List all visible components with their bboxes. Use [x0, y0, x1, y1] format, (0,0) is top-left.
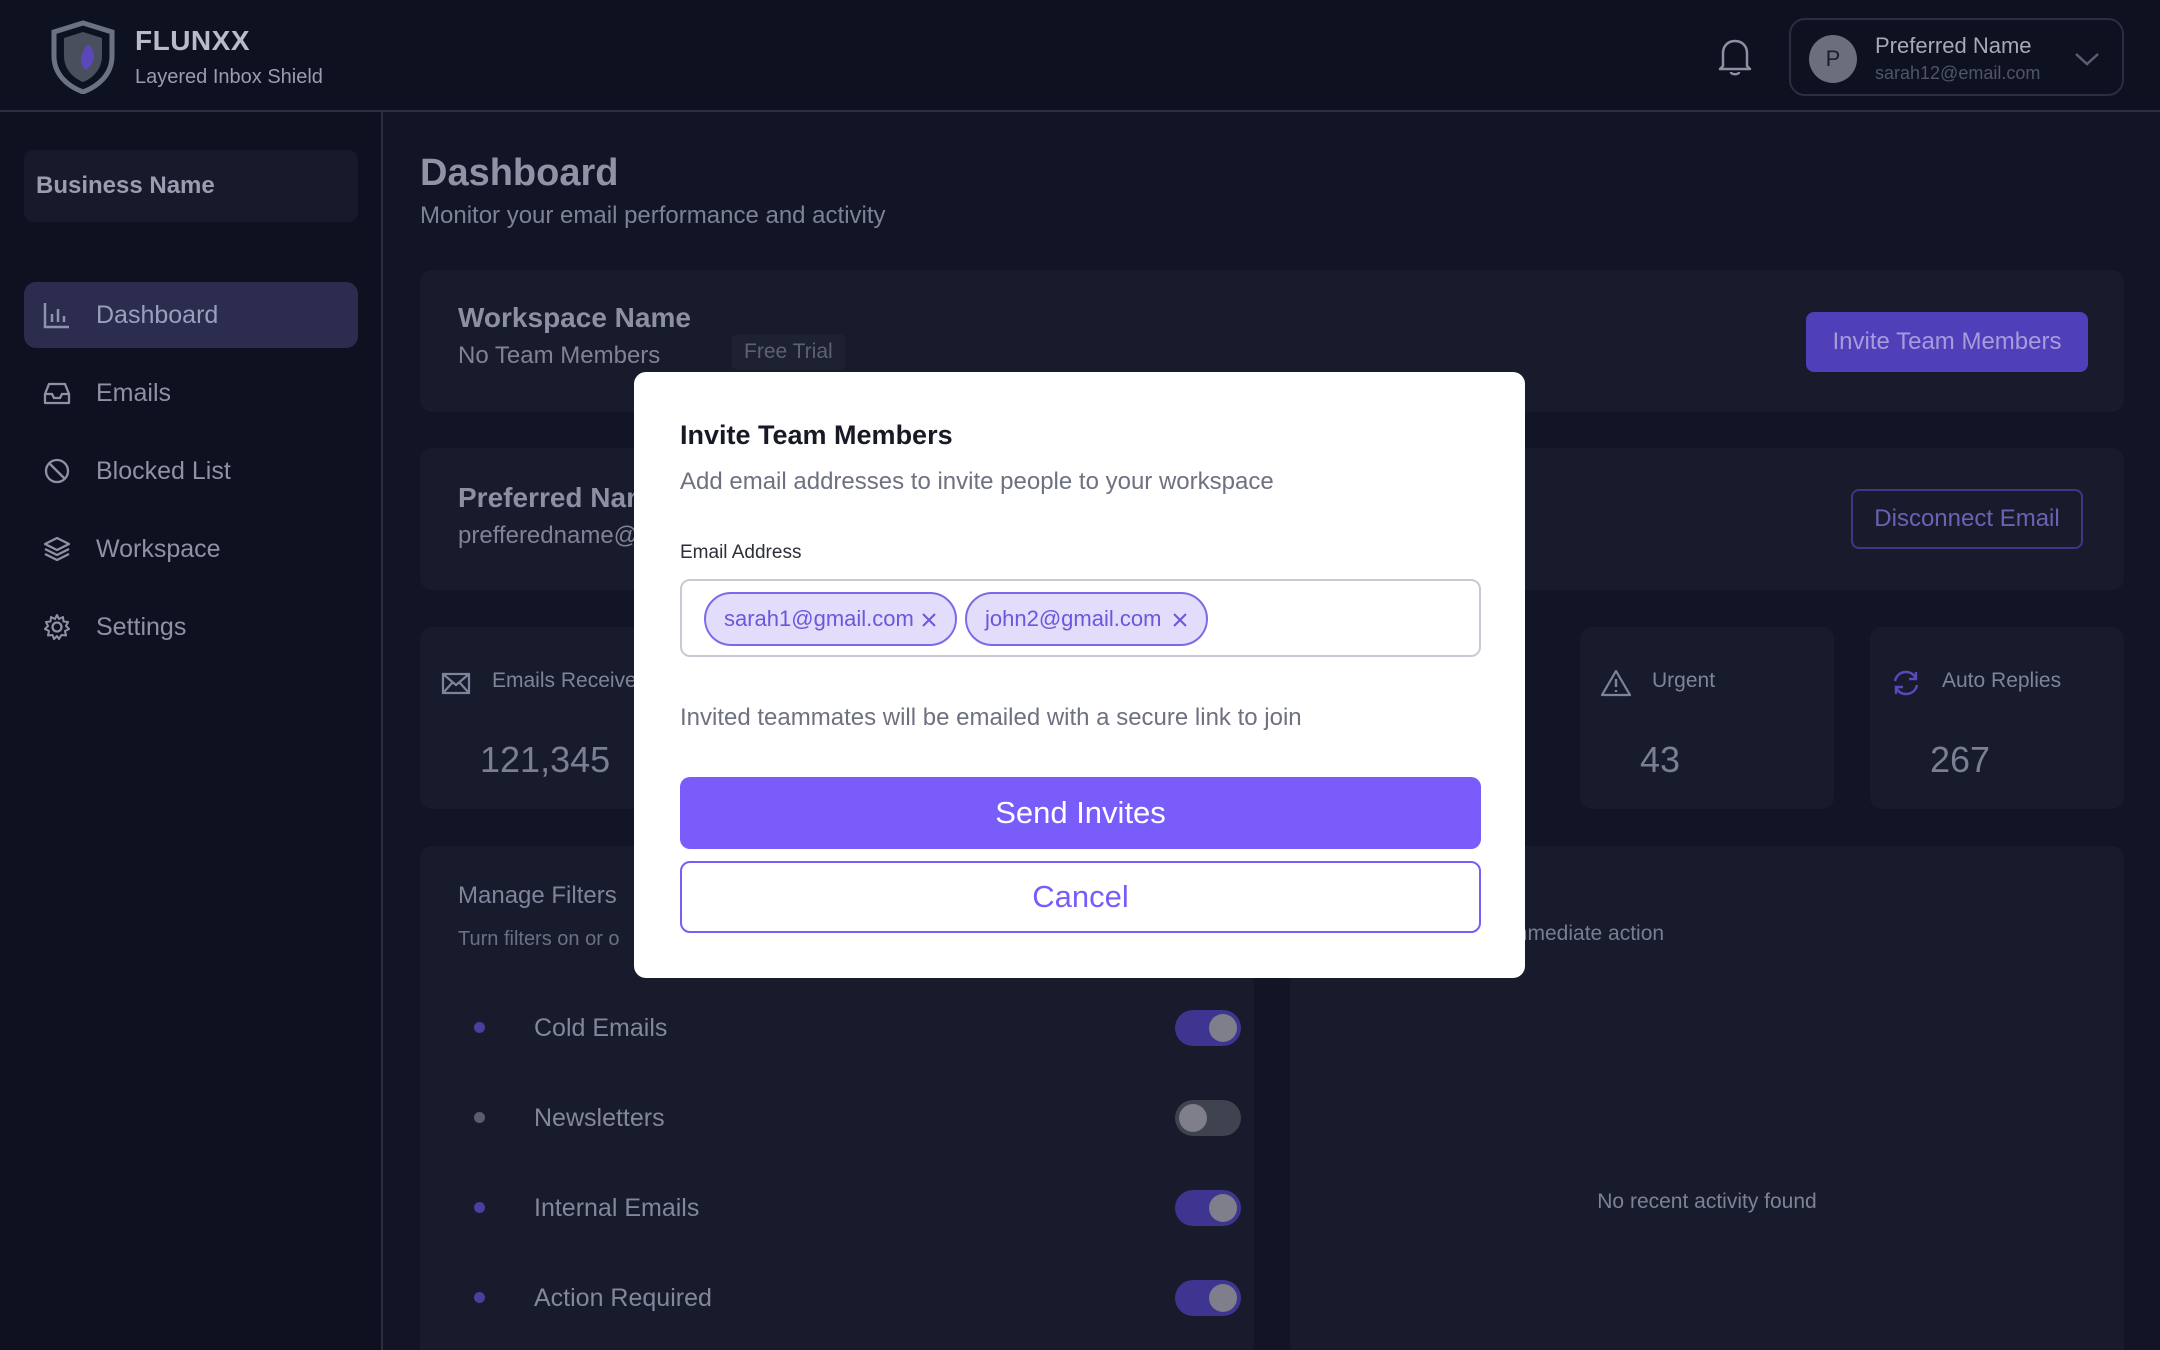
filter-label: Newsletters: [534, 1104, 665, 1132]
cancel-button[interactable]: Cancel: [680, 861, 1481, 933]
filter-row-action-required: Action Required: [458, 1272, 1241, 1322]
email-tag: sarah1@gmail.com: [704, 592, 957, 646]
toggle-knob: [1209, 1194, 1237, 1222]
email-tag-text: sarah1@gmail.com: [724, 606, 914, 631]
filter-dot: [474, 1292, 485, 1303]
sidebar-item-blocked-list[interactable]: Blocked List: [24, 438, 358, 504]
user-email: sarah12@email.com: [1875, 63, 2041, 83]
status-badge: Free Trial: [732, 334, 845, 370]
sidebar-item-emails[interactable]: Emails: [24, 360, 358, 426]
sidebar-item-label: Workspace: [96, 534, 221, 563]
sidebar-item-label: Settings: [96, 612, 187, 641]
modal-subtitle: Add email addresses to invite people to …: [680, 468, 1274, 495]
email-tag-text: john2@gmail.com: [985, 606, 1162, 631]
envelope-icon: [441, 672, 471, 695]
invite-modal: Invite Team Members Add email addresses …: [634, 372, 1525, 978]
stat-value: 121,345: [480, 739, 611, 780]
filters-subtitle: Turn filters on or o: [458, 928, 620, 950]
bell-icon[interactable]: [1712, 33, 1758, 79]
ban-icon: [44, 458, 70, 484]
email-tags-input[interactable]: sarah1@gmail.com john2@gmail.com: [680, 579, 1481, 657]
stat-card-auto-replies: Auto Replies 267: [1870, 627, 2124, 809]
business-name[interactable]: Business Name: [24, 150, 358, 222]
bar-chart-icon: [43, 303, 69, 329]
filter-label: Internal Emails: [534, 1194, 700, 1222]
filter-row-newsletters: Newsletters: [458, 1092, 1241, 1142]
sidebar: Business Name Dashboard Emails Blocked L…: [0, 112, 383, 1350]
toggle-knob: [1209, 1014, 1237, 1042]
invite-hint: Invited teammates will be emailed with a…: [680, 704, 1302, 731]
user-name: Preferred Name: [1875, 33, 2032, 58]
toggle-knob: [1209, 1284, 1237, 1312]
sidebar-item-label: Blocked List: [96, 456, 231, 485]
chevron-down-icon[interactable]: [2073, 46, 2101, 70]
shield-logo-icon[interactable]: [50, 20, 116, 94]
newsletters-toggle[interactable]: [1175, 1100, 1241, 1136]
empty-state: No recent activity found: [1597, 1190, 1817, 1213]
workspace-name: Workspace Name: [458, 302, 691, 333]
filter-label: Cold Emails: [534, 1014, 668, 1042]
top-header: FLUNXX Layered Inbox Shield P Preferred …: [0, 0, 2160, 112]
close-icon[interactable]: [1172, 612, 1188, 628]
layers-icon: [43, 536, 71, 562]
stat-label: Urgent: [1652, 669, 1716, 692]
action-required-toggle[interactable]: [1175, 1280, 1241, 1316]
filters-title: Manage Filters: [458, 882, 617, 909]
sidebar-item-settings[interactable]: Settings: [24, 594, 358, 660]
close-icon[interactable]: [921, 612, 937, 628]
invite-team-members-button[interactable]: Invite Team Members: [1806, 312, 2088, 372]
page-title: Dashboard: [420, 152, 619, 194]
filter-row-cold-emails: Cold Emails: [458, 1002, 1241, 1052]
inbox-icon: [43, 382, 71, 405]
user-menu[interactable]: P Preferred Name sarah12@email.com: [1789, 18, 2124, 96]
account-email: prefferedname@: [458, 522, 639, 549]
send-invites-button[interactable]: Send Invites: [680, 777, 1481, 849]
activity-hint: mmediate action: [1510, 922, 1665, 945]
email-field-label: Email Address: [680, 542, 802, 563]
gear-icon: [44, 614, 70, 640]
brand-tagline: Layered Inbox Shield: [135, 66, 323, 88]
page-subtitle: Monitor your email performance and activ…: [420, 202, 886, 229]
filter-dot: [474, 1202, 485, 1213]
workspace-members: No Team Members: [458, 342, 661, 369]
cold-emails-toggle[interactable]: [1175, 1010, 1241, 1046]
filter-label: Action Required: [534, 1284, 712, 1312]
brand-name: FLUNXX: [135, 25, 250, 56]
internal-emails-toggle[interactable]: [1175, 1190, 1241, 1226]
stat-label: Auto Replies: [1942, 669, 2062, 692]
avatar: P: [1809, 35, 1857, 83]
stat-value: 43: [1640, 739, 1681, 780]
warning-icon: [1600, 669, 1632, 697]
filter-dot: [474, 1022, 485, 1033]
disconnect-email-button[interactable]: Disconnect Email: [1851, 489, 2083, 549]
filter-dot: [474, 1112, 485, 1123]
filter-row-internal-emails: Internal Emails: [458, 1182, 1241, 1232]
sidebar-item-workspace[interactable]: Workspace: [24, 516, 358, 582]
sidebar-item-label: Emails: [96, 378, 172, 407]
toggle-knob: [1179, 1104, 1207, 1132]
sidebar-item-dashboard[interactable]: Dashboard: [24, 282, 358, 348]
modal-title: Invite Team Members: [680, 420, 953, 450]
email-tag: john2@gmail.com: [965, 592, 1208, 646]
stat-card-urgent: Urgent 43: [1580, 627, 1834, 809]
sidebar-item-label: Dashboard: [96, 300, 219, 329]
stat-value: 267: [1930, 739, 1991, 780]
refresh-icon: [1893, 670, 1919, 696]
